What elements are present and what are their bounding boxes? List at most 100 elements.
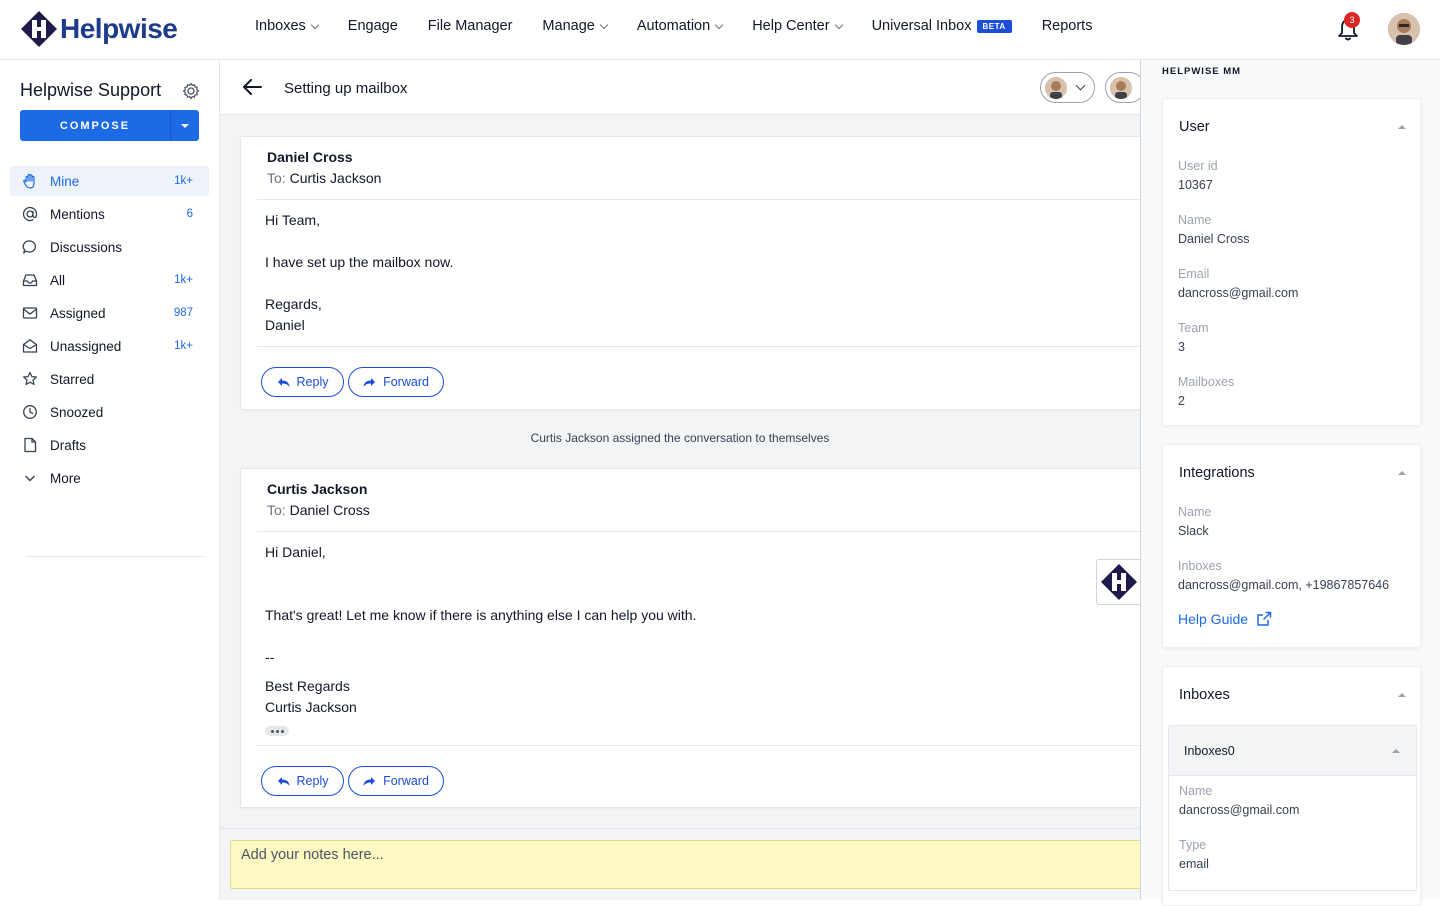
- nav-universal-inbox[interactable]: Universal Inbox BETA: [872, 18, 1012, 34]
- message-body-line: Daniel: [265, 317, 305, 333]
- helpwise-logo-icon: [21, 11, 57, 47]
- activity-log: Curtis Jackson assigned the conversation…: [530, 431, 830, 445]
- nav-manage[interactable]: Manage: [542, 18, 609, 34]
- caret-down-icon: [181, 123, 189, 128]
- integrations-card: Integrations Name Slack Inboxes dancross…: [1162, 444, 1421, 648]
- compose-dropdown-toggle[interactable]: [170, 110, 199, 141]
- sidebar-item-label: Discussions: [50, 239, 123, 255]
- field-value: 10367: [1178, 178, 1213, 192]
- user-avatar[interactable]: [1388, 13, 1420, 45]
- helpwise-logo[interactable]: Helpwise: [20, 10, 178, 48]
- message-sender: Curtis Jackson: [267, 481, 368, 497]
- sidebar-item-label: Drafts: [50, 437, 87, 453]
- field-value: dancross@gmail.com: [1179, 803, 1300, 817]
- message-divider: [257, 531, 1143, 532]
- beta-badge: BETA: [976, 19, 1012, 33]
- notes-divider: [220, 828, 1140, 829]
- chevron-down-icon: [714, 20, 724, 29]
- sidebar-item-count: 987: [173, 307, 193, 319]
- message-body-line: Hi Daniel,: [265, 544, 326, 560]
- field-label: Email: [1178, 267, 1210, 281]
- notes-input[interactable]: Add your notes here...: [230, 840, 1144, 889]
- nav-engage[interactable]: Engage: [348, 18, 398, 34]
- sidebar-item-label: Unassigned: [50, 338, 122, 354]
- sidebar-item-discussions[interactable]: Discussions: [10, 232, 209, 262]
- brand-name: Helpwise: [60, 13, 178, 44]
- field-label: Mailboxes: [1178, 375, 1235, 389]
- message-body-line: Regards,: [265, 296, 322, 312]
- nav-reports[interactable]: Reports: [1042, 18, 1093, 34]
- field-label: Name: [1178, 505, 1212, 519]
- message-body-line: That's great! Let me know if there is an…: [265, 607, 697, 623]
- main-nav: Inboxes Engage File Manager Manage Autom…: [255, 18, 1122, 34]
- message-body-line: Curtis Jackson: [265, 699, 357, 715]
- field-label: Name: [1178, 213, 1212, 227]
- open-envelope-icon: [22, 338, 38, 354]
- sidebar-item-label: Starred: [50, 371, 95, 387]
- sidebar-item-mine[interactable]: Mine 1k+: [10, 166, 209, 196]
- sidebar-item-all[interactable]: All 1k+: [10, 265, 209, 295]
- sidebar-item-mentions[interactable]: Mentions 6: [10, 199, 209, 229]
- nav-automation[interactable]: Automation: [637, 18, 724, 34]
- chevron-down-icon: [834, 20, 843, 29]
- collapse-caret-icon[interactable]: [1398, 471, 1406, 475]
- nav-inboxes[interactable]: Inboxes: [255, 18, 320, 34]
- helpwise-widget-button[interactable]: [1096, 559, 1142, 605]
- nav-file-manager[interactable]: File Manager: [428, 18, 513, 34]
- conversation-pane: Setting up mailbox Daniel Cross To: Curt…: [220, 60, 1145, 900]
- hand-icon: [22, 173, 38, 189]
- compose-button[interactable]: COMPOSE: [20, 110, 199, 141]
- card-title: Integrations: [1179, 465, 1255, 481]
- user-card: User User id 10367 Name Daniel Cross Ema…: [1162, 98, 1421, 426]
- sidebar-item-label: All: [50, 272, 66, 288]
- collapse-caret-icon[interactable]: [1398, 125, 1406, 129]
- assignee-dropdown[interactable]: [1040, 72, 1095, 103]
- chat-bubble-icon: [22, 239, 38, 255]
- field-value: dancross@gmail.com, +19867857646: [1178, 578, 1390, 592]
- top-navbar: Helpwise Inboxes Engage File Manager Man…: [0, 0, 1440, 60]
- back-arrow-icon[interactable]: [242, 78, 262, 96]
- collapse-caret-icon[interactable]: [1392, 749, 1400, 753]
- forward-icon: [363, 776, 376, 786]
- message-recipient: To: Daniel Cross: [267, 502, 370, 518]
- forward-button[interactable]: Forward: [348, 367, 444, 397]
- helpwise-logo-icon: [1101, 564, 1137, 600]
- sidebar-item-count: 6: [186, 208, 193, 220]
- reply-button[interactable]: Reply: [261, 766, 344, 796]
- message-body-line: --: [265, 649, 275, 665]
- card-title: Inboxes: [1179, 687, 1230, 703]
- assignee-avatar: [1045, 76, 1067, 99]
- inbox-icon: [22, 272, 38, 288]
- message-card: Daniel Cross To: Curtis Jackson Hi Team,…: [240, 136, 1144, 410]
- show-trimmed-content-button[interactable]: [265, 726, 289, 736]
- conversation-header: Setting up mailbox: [220, 60, 1145, 115]
- inbox-subcard-header[interactable]: Inboxes0: [1169, 726, 1416, 776]
- sidebar-item-assigned[interactable]: Assigned 987: [10, 298, 209, 328]
- clock-icon: [22, 404, 38, 420]
- chevron-down-icon: [310, 20, 320, 29]
- field-label: User id: [1178, 159, 1218, 173]
- message-divider: [257, 745, 1143, 746]
- conversation-subject: Setting up mailbox: [284, 80, 408, 97]
- sidebar-item-unassigned[interactable]: Unassigned 1k+: [10, 331, 209, 361]
- message-sender: Daniel Cross: [267, 149, 353, 165]
- collapse-caret-icon[interactable]: [1398, 693, 1406, 697]
- sidebar-item-drafts[interactable]: Drafts: [10, 430, 209, 460]
- contact-panel: HELPWISE MM User User id 10367 Name Dani…: [1140, 60, 1440, 906]
- sidebar-item-count: 1k+: [174, 274, 193, 286]
- collaborator-dropdown[interactable]: [1105, 72, 1145, 103]
- sidebar-item-starred[interactable]: Starred: [10, 364, 209, 394]
- message-body-line: I have set up the mailbox now.: [265, 254, 454, 270]
- field-value: 3: [1178, 340, 1185, 354]
- sidebar-item-count: 1k+: [174, 175, 193, 187]
- reply-button[interactable]: Reply: [261, 367, 344, 397]
- help-guide-link[interactable]: Help Guide: [1178, 611, 1272, 627]
- star-icon: [22, 371, 38, 387]
- nav-help-center[interactable]: Help Center: [752, 18, 843, 34]
- forward-button[interactable]: Forward: [348, 766, 444, 796]
- chevron-down-icon: [1075, 80, 1086, 91]
- sidebar-item-snoozed[interactable]: Snoozed: [10, 397, 209, 427]
- inboxes-card: Inboxes Inboxes0 Name dancross@gmail.com…: [1162, 666, 1421, 906]
- gear-icon[interactable]: [182, 82, 200, 100]
- sidebar-item-more[interactable]: More: [10, 463, 209, 493]
